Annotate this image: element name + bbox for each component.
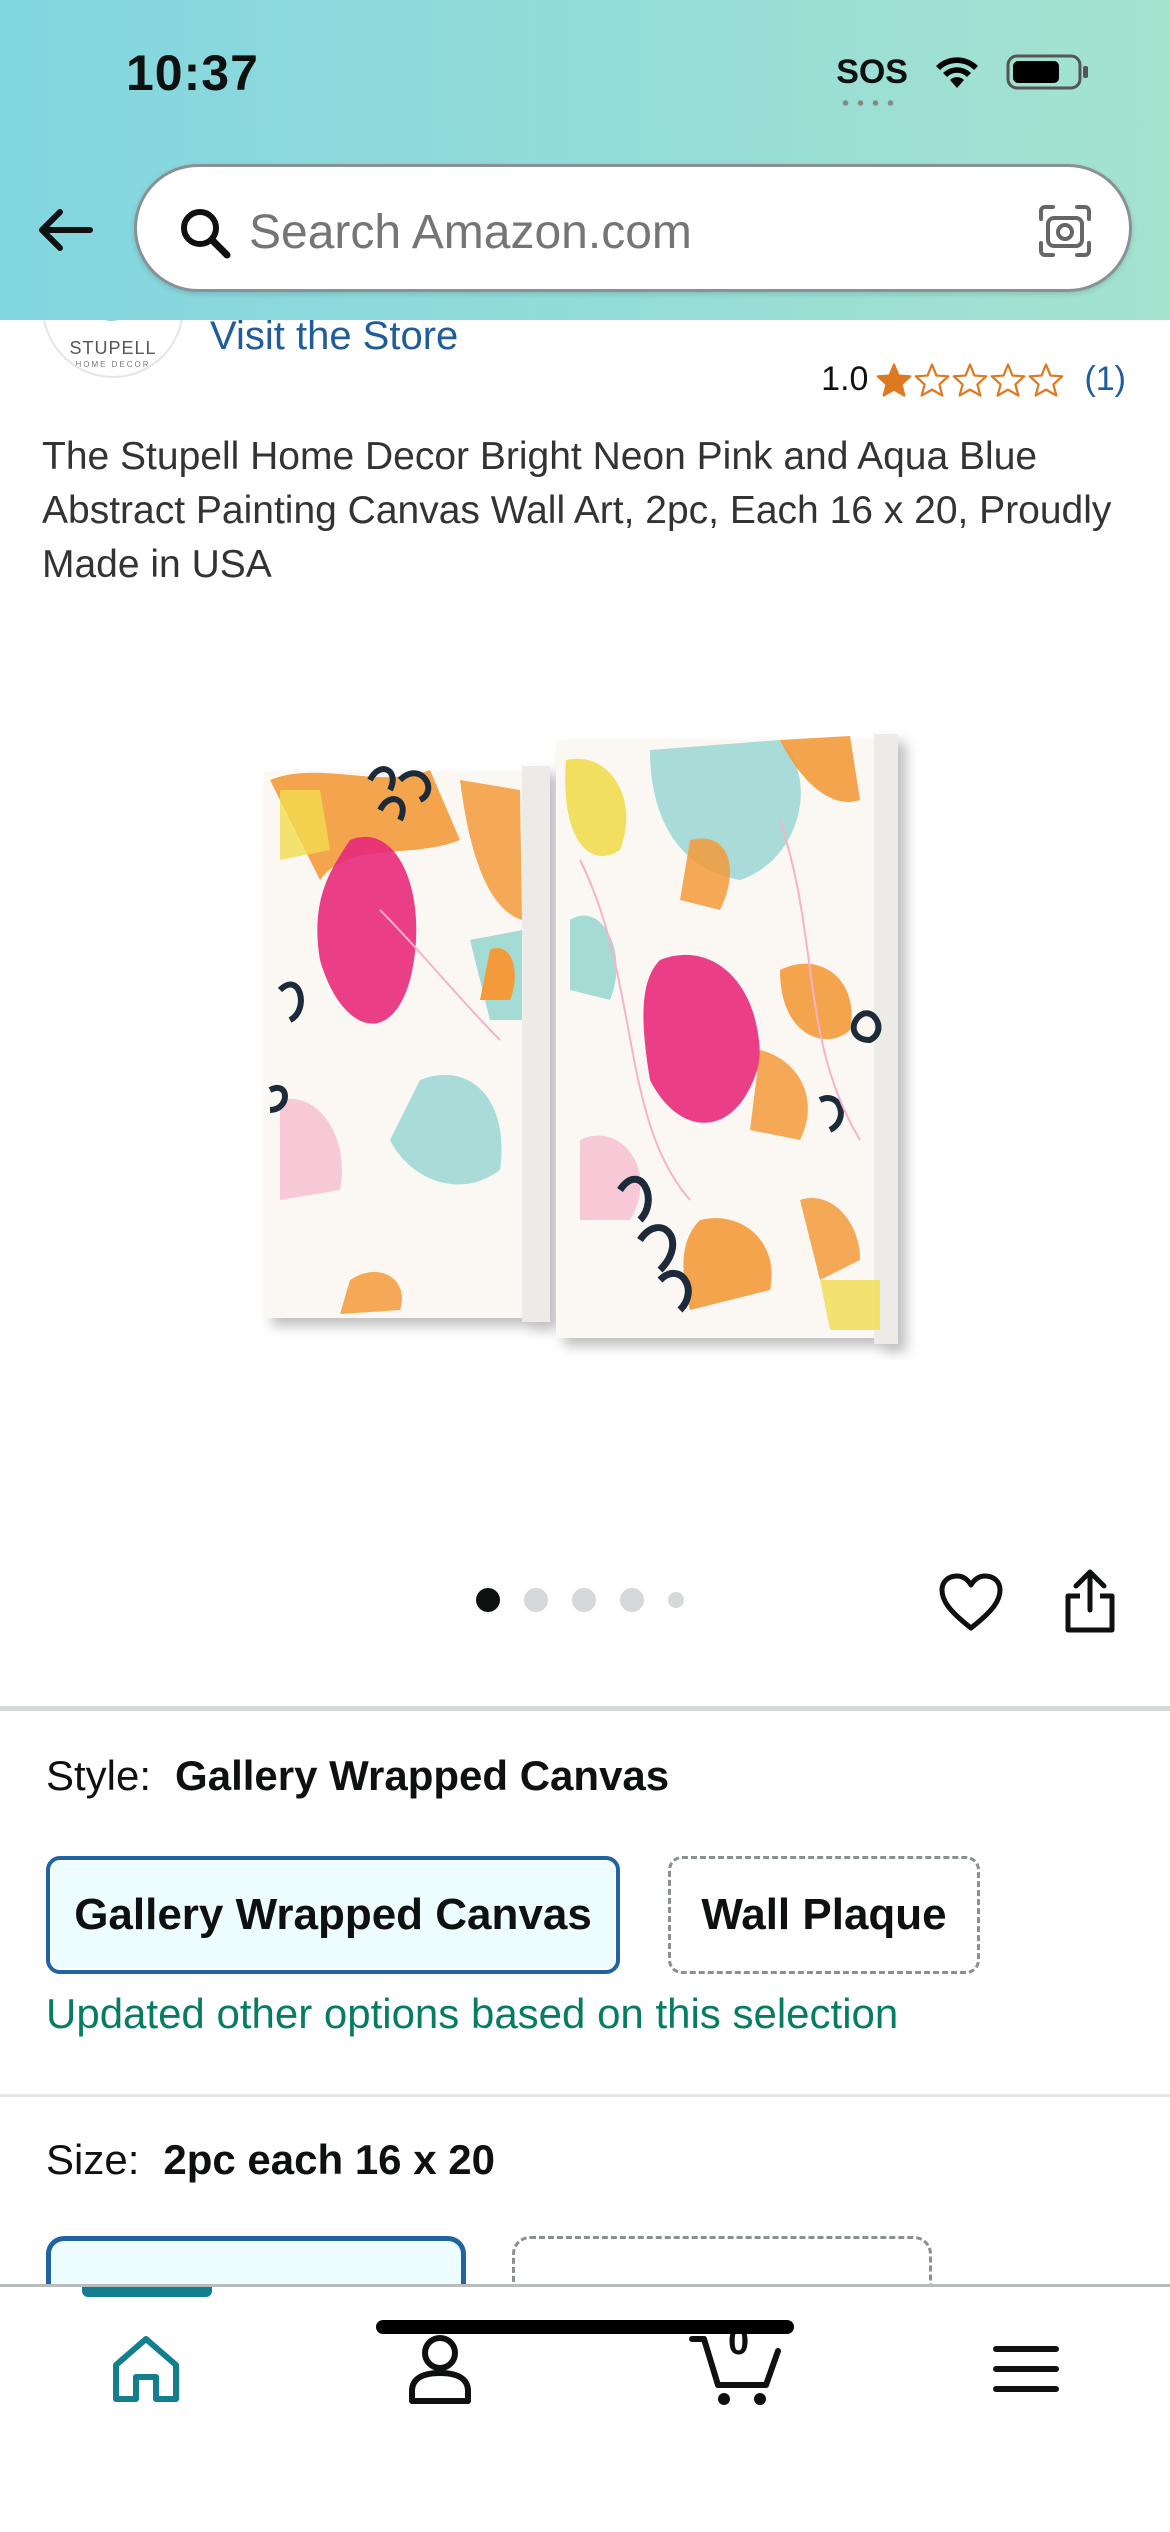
search-input[interactable] <box>249 205 949 260</box>
sos-label: SOS <box>836 52 908 91</box>
rating-summary[interactable]: 1.0 (1) <box>821 360 1126 399</box>
section-divider <box>0 1706 1170 1711</box>
rating-count[interactable]: (1) <box>1084 360 1126 399</box>
selection-update-note: Updated other options based on this sele… <box>46 1990 899 2037</box>
size-label: Size: <box>46 2136 140 2183</box>
star-empty-icon <box>1029 362 1064 397</box>
store-logo-subtext: HOME DECOR <box>75 360 151 369</box>
star-empty-icon <box>915 362 950 397</box>
menu-icon[interactable] <box>986 2329 1066 2409</box>
carousel-dot-1[interactable] <box>476 1588 500 1612</box>
status-time: 10:37 <box>126 45 259 101</box>
product-page: 10:37 SOS Search Amazon.com STUPELL HOME… <box>0 0 1170 2532</box>
cart-button[interactable]: 0 <box>688 2321 784 2409</box>
camera-lens-icon[interactable] <box>1035 201 1095 261</box>
style-value: Gallery Wrapped Canvas <box>175 1752 670 1799</box>
home-icon[interactable] <box>106 2329 186 2409</box>
signal-dots-icon <box>838 99 899 106</box>
store-logo-text: STUPELL <box>69 338 157 358</box>
size-value: 2pc each 16 x 20 <box>163 2136 495 2183</box>
carousel-dot-3[interactable] <box>572 1588 596 1612</box>
account-icon[interactable] <box>400 2329 480 2409</box>
search-icon <box>181 209 231 259</box>
search-bar[interactable] <box>134 164 1132 292</box>
header: 10:37 SOS <box>0 0 1170 320</box>
rating-value: 1.0 <box>821 360 869 398</box>
style-option-gallery-wrapped-canvas[interactable]: Gallery Wrapped Canvas <box>46 1856 620 1974</box>
star-empty-icon <box>953 362 988 397</box>
section-divider <box>0 2094 1170 2097</box>
style-label: Style: <box>46 1752 152 1799</box>
star-filled-icon <box>877 362 912 397</box>
active-tab-indicator <box>82 2287 212 2297</box>
style-option-wall-plaque[interactable]: Wall Plaque <box>668 1856 980 1974</box>
image-carousel-dots[interactable] <box>476 1588 684 1612</box>
carousel-dot-4[interactable] <box>620 1588 644 1612</box>
share-icon[interactable] <box>1062 1566 1118 1634</box>
home-indicator[interactable] <box>376 2320 794 2334</box>
wifi-icon <box>936 57 978 88</box>
star-empty-icon <box>991 362 1026 397</box>
battery-icon <box>1006 54 1088 90</box>
star-rating <box>876 362 1064 397</box>
sos-indicator: SOS <box>836 52 908 106</box>
back-arrow-icon[interactable] <box>34 198 98 262</box>
heart-icon[interactable] <box>938 1572 1004 1634</box>
carousel-dot-2[interactable] <box>524 1588 548 1612</box>
status-icons: SOS <box>836 52 1090 106</box>
size-selector-header: Size: 2pc each 16 x 20 <box>46 2136 495 2184</box>
style-selector-header: Style: Gallery Wrapped Canvas <box>46 1752 669 1800</box>
visit-store-link[interactable]: Visit the Store <box>210 314 458 359</box>
product-title: The Stupell Home Decor Bright Neon Pink … <box>42 435 1112 586</box>
product-image[interactable] <box>260 720 920 1360</box>
carousel-dot-5[interactable] <box>668 1592 684 1608</box>
